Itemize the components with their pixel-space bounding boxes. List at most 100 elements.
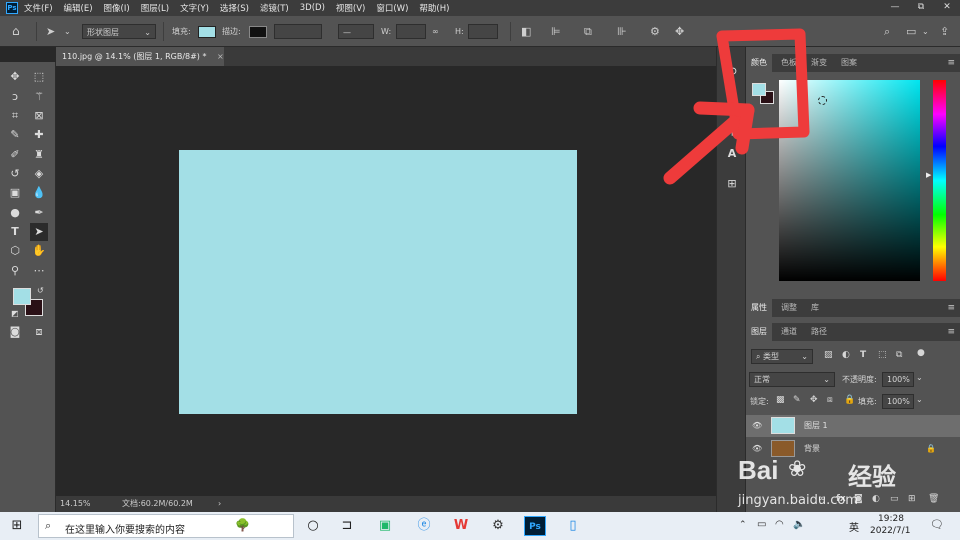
stamp-tool-icon[interactable]: ♜	[30, 146, 48, 164]
tab-properties[interactable]: 属性	[746, 299, 772, 317]
chevron-down-icon[interactable]: ⌄	[64, 24, 71, 39]
adjustment-filter-icon[interactable]: ◐	[842, 350, 850, 360]
menu-help[interactable]: 帮助(H)	[419, 2, 449, 14]
share-icon[interactable]: ⇪	[940, 24, 949, 39]
history-brush-tool-icon[interactable]: ↺	[6, 165, 24, 183]
healing-brush-tool-icon[interactable]: ✚	[30, 126, 48, 144]
crop-tool-icon[interactable]: ⌗	[6, 107, 24, 125]
gradient-tool-icon[interactable]: ▣	[6, 184, 24, 202]
close-tab-icon[interactable]: ×	[217, 52, 224, 61]
layer-row[interactable]: 👁 图层 1	[746, 415, 960, 437]
visibility-eye-icon[interactable]: 👁	[752, 415, 762, 437]
lock-all-icon[interactable]: 🔒	[844, 395, 855, 405]
blend-mode-dropdown[interactable]: 正常 ⌄	[749, 372, 835, 387]
group-icon[interactable]: ▭	[890, 494, 899, 504]
height-field[interactable]	[468, 24, 498, 39]
move-tool-icon[interactable]: ✥	[6, 68, 24, 86]
zoom-level[interactable]: 14.15%	[60, 496, 91, 512]
default-colors-icon[interactable]: ◩	[11, 309, 19, 318]
minimize-button[interactable]: —	[882, 0, 908, 16]
multitask-icon[interactable]: ⊐	[336, 516, 358, 536]
clock-time[interactable]: 19:28	[878, 514, 904, 524]
type-tool-icon[interactable]: T	[6, 223, 24, 241]
document-tab[interactable]: 110.jpg @ 14.1% (图层 1, RGB/8#) * ×	[56, 47, 224, 66]
shape-tool-icon[interactable]: ⬡	[6, 242, 24, 260]
swap-colors-icon[interactable]: ↺	[37, 286, 44, 295]
layer-style-icon[interactable]: fx	[836, 494, 846, 504]
workspace-icon[interactable]: ▭	[906, 24, 916, 39]
panel-menu-icon[interactable]: ≡	[947, 58, 955, 68]
width-field[interactable]	[396, 24, 426, 39]
hue-slider[interactable]	[933, 80, 946, 281]
notification-icon[interactable]: 🗨	[930, 518, 944, 531]
lock-position-icon[interactable]: ✥	[810, 395, 818, 405]
quick-mask-icon[interactable]: ◙	[6, 323, 24, 341]
stroke-swatch-wrap[interactable]	[249, 24, 267, 39]
chevron-down-icon[interactable]: ⌄	[916, 373, 923, 382]
task-view-icon[interactable]: ○	[302, 516, 324, 536]
shape-filter-icon[interactable]: ⬚	[878, 350, 887, 360]
path-operations-icon[interactable]: ◧	[521, 24, 531, 39]
menu-file[interactable]: 文件(F)	[24, 2, 53, 14]
panel-menu-icon[interactable]: ≡	[947, 327, 955, 337]
lock-artboard-icon[interactable]: ⧈	[827, 395, 833, 405]
stroke-type-dropdown[interactable]: —	[338, 24, 374, 39]
input-language[interactable]: 英	[849, 519, 859, 534]
tab-gradients[interactable]: 渐变	[806, 54, 832, 72]
tab-swatches[interactable]: 色板	[776, 54, 802, 72]
add-mask-icon[interactable]: ◙	[854, 494, 863, 504]
eyedropper-tool-icon[interactable]: ✎	[6, 126, 24, 144]
menu-type[interactable]: 文字(Y)	[180, 2, 209, 14]
fill-swatch[interactable]	[198, 26, 216, 38]
lock-pixels-icon[interactable]: ✎	[793, 395, 801, 405]
screen-mode-icon[interactable]: ⧈	[30, 323, 48, 341]
path-arrangement-icon[interactable]: ⧉	[584, 24, 592, 39]
lasso-tool-icon[interactable]: ↄ	[6, 88, 24, 106]
chevron-down-icon[interactable]: ⌄	[922, 24, 929, 39]
tab-channels[interactable]: 通道	[776, 323, 802, 341]
move-crosshair-icon[interactable]: ✥	[675, 24, 684, 39]
new-layer-icon[interactable]: ⊞	[908, 494, 916, 504]
path-select-tool-icon[interactable]: ➤	[46, 24, 55, 39]
document-canvas[interactable]	[179, 150, 577, 414]
wps-icon[interactable]: W	[450, 516, 472, 536]
close-button[interactable]: ✕	[934, 0, 960, 16]
delete-layer-icon[interactable]: 🗑	[928, 494, 939, 504]
tab-patterns[interactable]: 图案	[836, 54, 862, 72]
stroke-width-field[interactable]	[274, 24, 322, 39]
visibility-eye-icon[interactable]: 👁	[752, 438, 762, 460]
restore-button[interactable]: ⧉	[908, 0, 934, 16]
opacity-field[interactable]: 100%	[882, 372, 914, 387]
home-icon[interactable]: ⌂	[12, 24, 20, 39]
settings-gear-icon[interactable]: ⚙	[650, 24, 660, 39]
tab-color[interactable]: 颜色	[746, 54, 772, 72]
fill-field[interactable]: 100%	[882, 394, 914, 409]
link-icon[interactable]: ∞	[432, 24, 439, 39]
settings-gear-icon[interactable]: ⚙	[487, 516, 509, 536]
menu-image[interactable]: 图像(I)	[104, 2, 130, 14]
network-icon[interactable]: ▭	[757, 519, 766, 530]
adjustment-layer-icon[interactable]: ◐	[872, 494, 880, 504]
pixel-filter-icon[interactable]: ▨	[824, 350, 833, 360]
search-icon[interactable]: ⌕	[884, 24, 890, 39]
wechat-icon[interactable]: ▣	[374, 516, 396, 536]
fill-swatch-wrap[interactable]	[198, 24, 216, 39]
layer-name[interactable]: 图层 1	[804, 415, 828, 437]
chevron-right-icon[interactable]: ›	[218, 496, 221, 512]
menu-edit[interactable]: 编辑(E)	[64, 2, 93, 14]
brush-settings-icon[interactable]: ✎	[723, 93, 741, 111]
dodge-tool-icon[interactable]: ●	[6, 204, 24, 222]
more-tools-icon[interactable]: ⋯	[30, 262, 48, 280]
tab-adjustments[interactable]: 调整	[776, 299, 802, 317]
tablet-app-icon[interactable]: ▯	[562, 516, 584, 536]
pen-tool-icon[interactable]: ✒	[30, 204, 48, 222]
menu-3d[interactable]: 3D(D)	[300, 3, 325, 13]
layer-filter-dropdown[interactable]: ⌕ 类型 ⌄	[751, 349, 813, 364]
taskbar-search-box[interactable]: ⌕ 在这里输入你要搜索的内容 🌳	[38, 514, 294, 538]
blur-tool-icon[interactable]: 💧	[30, 184, 48, 202]
tab-libraries[interactable]: 库	[806, 299, 824, 317]
layer-row[interactable]: 👁 背景 🔒	[746, 438, 960, 460]
character-icon[interactable]: A	[723, 145, 741, 163]
align-edges-icon[interactable]: ⊪	[617, 24, 627, 39]
type-filter-icon[interactable]: T	[860, 350, 866, 360]
